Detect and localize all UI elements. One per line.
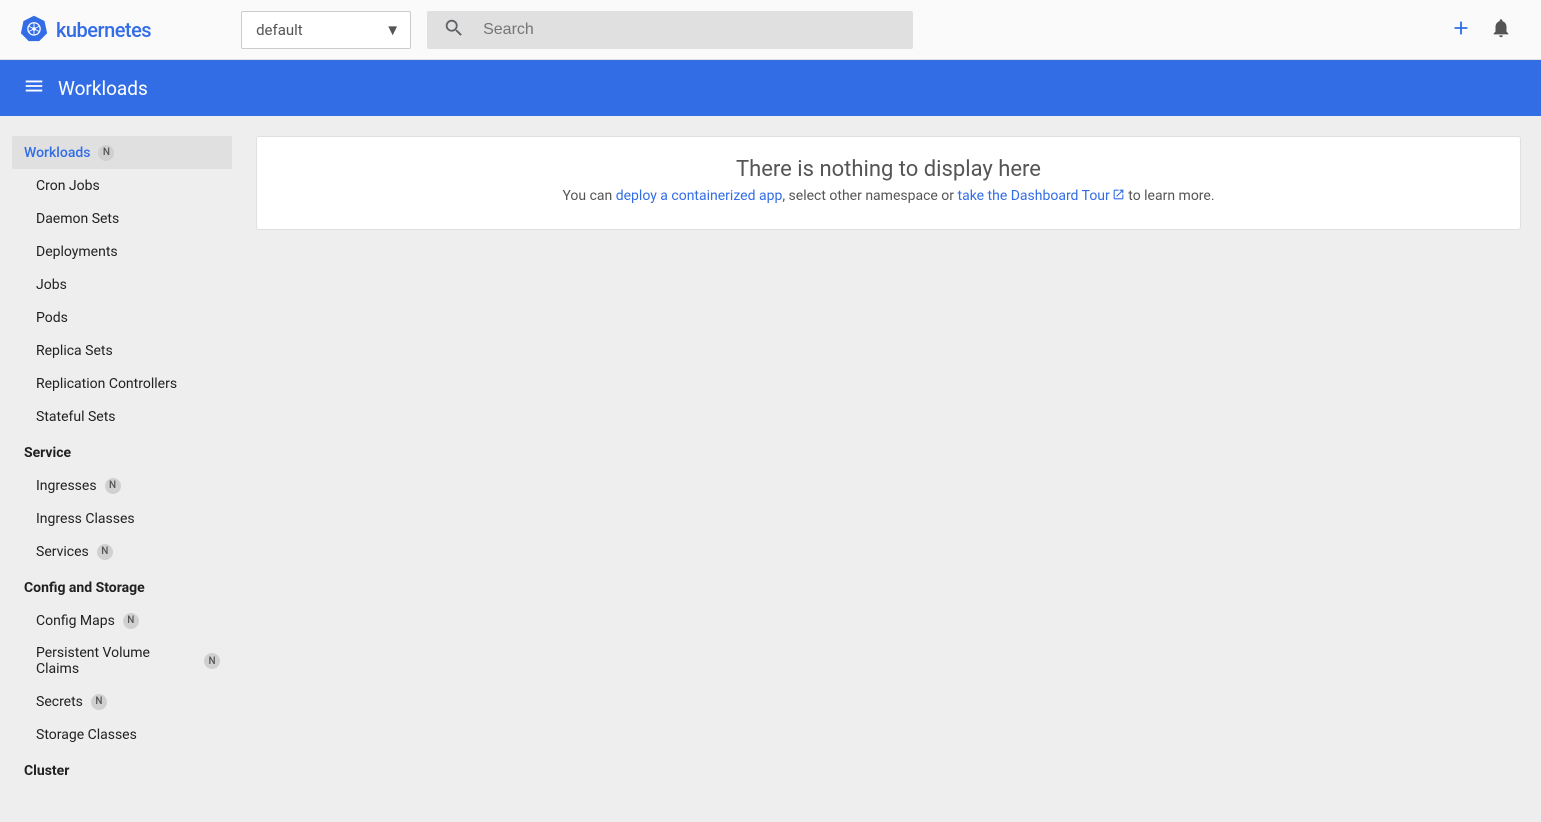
sidebar-item-label: Deployments — [36, 244, 118, 260]
action-bar: Workloads — [0, 60, 1541, 116]
sidebar-item-label: Services — [36, 544, 89, 560]
sidebar-item-pods[interactable]: Pods — [12, 301, 232, 334]
bell-icon — [1490, 17, 1512, 43]
sidebar-item-label: Replica Sets — [36, 343, 113, 359]
sidebar-item-label: Stateful Sets — [36, 409, 116, 425]
search-box[interactable] — [427, 11, 913, 49]
brand-text: kubernetes — [56, 18, 151, 42]
search-input[interactable] — [483, 21, 897, 39]
sidebar-item-label: Jobs — [36, 277, 67, 293]
empty-text-mid: , select other namespace or — [782, 188, 957, 204]
kubernetes-logo-icon — [20, 14, 48, 46]
sidebar-item-deployments[interactable]: Deployments — [12, 235, 232, 268]
plus-icon — [1450, 17, 1472, 43]
sidebar-item-secrets[interactable]: Secrets N — [12, 685, 232, 718]
notifications-button[interactable] — [1481, 10, 1521, 50]
sidebar-item-daemonsets[interactable]: Daemon Sets — [12, 202, 232, 235]
empty-title: There is nothing to display here — [281, 157, 1496, 182]
sidebar-item-label: Secrets — [36, 694, 83, 710]
empty-text-suffix: to learn more. — [1125, 188, 1215, 204]
badge-n-icon: N — [97, 544, 113, 560]
sidebar-item-workloads[interactable]: Workloads N — [12, 136, 232, 169]
badge-n-icon: N — [204, 653, 220, 669]
deploy-app-link[interactable]: deploy a containerized app — [616, 188, 783, 204]
breadcrumb: Workloads — [58, 77, 148, 100]
namespace-selector[interactable]: default ▼ — [241, 11, 411, 49]
badge-n-icon: N — [123, 613, 139, 629]
menu-toggle[interactable] — [14, 68, 54, 108]
badge-n-icon: N — [91, 694, 107, 710]
dashboard-tour-link[interactable]: take the Dashboard Tour — [958, 188, 1110, 204]
sidebar-item-statefulsets[interactable]: Stateful Sets — [12, 400, 232, 433]
content: Workloads N Cron Jobs Daemon Sets Deploy… — [0, 116, 1541, 822]
top-bar: kubernetes default ▼ — [0, 0, 1541, 60]
chevron-down-icon: ▼ — [385, 21, 400, 39]
sidebar-header-service: Service — [12, 433, 232, 469]
sidebar-item-label: Storage Classes — [36, 727, 137, 743]
sidebar-item-label: Ingresses — [36, 478, 97, 494]
search-icon — [443, 17, 483, 43]
sidebar-item-replicasets[interactable]: Replica Sets — [12, 334, 232, 367]
sidebar-item-label: Ingress Classes — [36, 511, 135, 527]
sidebar-item-label: Persistent Volume Claims — [36, 645, 196, 677]
badge-n-icon: N — [105, 478, 121, 494]
main-panel: There is nothing to display here You can… — [240, 116, 1541, 822]
sidebar-header-config: Config and Storage — [12, 568, 232, 604]
sidebar-item-cronjobs[interactable]: Cron Jobs — [12, 169, 232, 202]
external-link-icon — [1112, 188, 1125, 205]
sidebar-item-ingresses[interactable]: Ingresses N — [12, 469, 232, 502]
sidebar-item-storageclasses[interactable]: Storage Classes — [12, 718, 232, 751]
sidebar: Workloads N Cron Jobs Daemon Sets Deploy… — [0, 116, 240, 822]
create-button[interactable] — [1441, 10, 1481, 50]
sidebar-item-label: Config Maps — [36, 613, 115, 629]
badge-n-icon: N — [98, 145, 114, 161]
sidebar-item-pvc[interactable]: Persistent Volume Claims N — [12, 637, 232, 685]
sidebar-item-services[interactable]: Services N — [12, 535, 232, 568]
sidebar-item-label: Workloads — [24, 145, 90, 161]
sidebar-item-label: Daemon Sets — [36, 211, 119, 227]
sidebar-item-label: Cron Jobs — [36, 178, 100, 194]
empty-subtitle: You can deploy a containerized app, sele… — [281, 188, 1496, 205]
empty-text-prefix: You can — [562, 188, 615, 204]
sidebar-item-configmaps[interactable]: Config Maps N — [12, 604, 232, 637]
sidebar-header-cluster: Cluster — [12, 751, 232, 787]
logo[interactable]: kubernetes — [20, 14, 151, 46]
hamburger-icon — [23, 75, 45, 101]
empty-state-card: There is nothing to display here You can… — [256, 136, 1521, 230]
sidebar-item-ingressclasses[interactable]: Ingress Classes — [12, 502, 232, 535]
namespace-value: default — [256, 21, 303, 39]
sidebar-item-label: Replication Controllers — [36, 376, 177, 392]
sidebar-item-jobs[interactable]: Jobs — [12, 268, 232, 301]
sidebar-item-replicationcontrollers[interactable]: Replication Controllers — [12, 367, 232, 400]
sidebar-item-label: Pods — [36, 310, 68, 326]
